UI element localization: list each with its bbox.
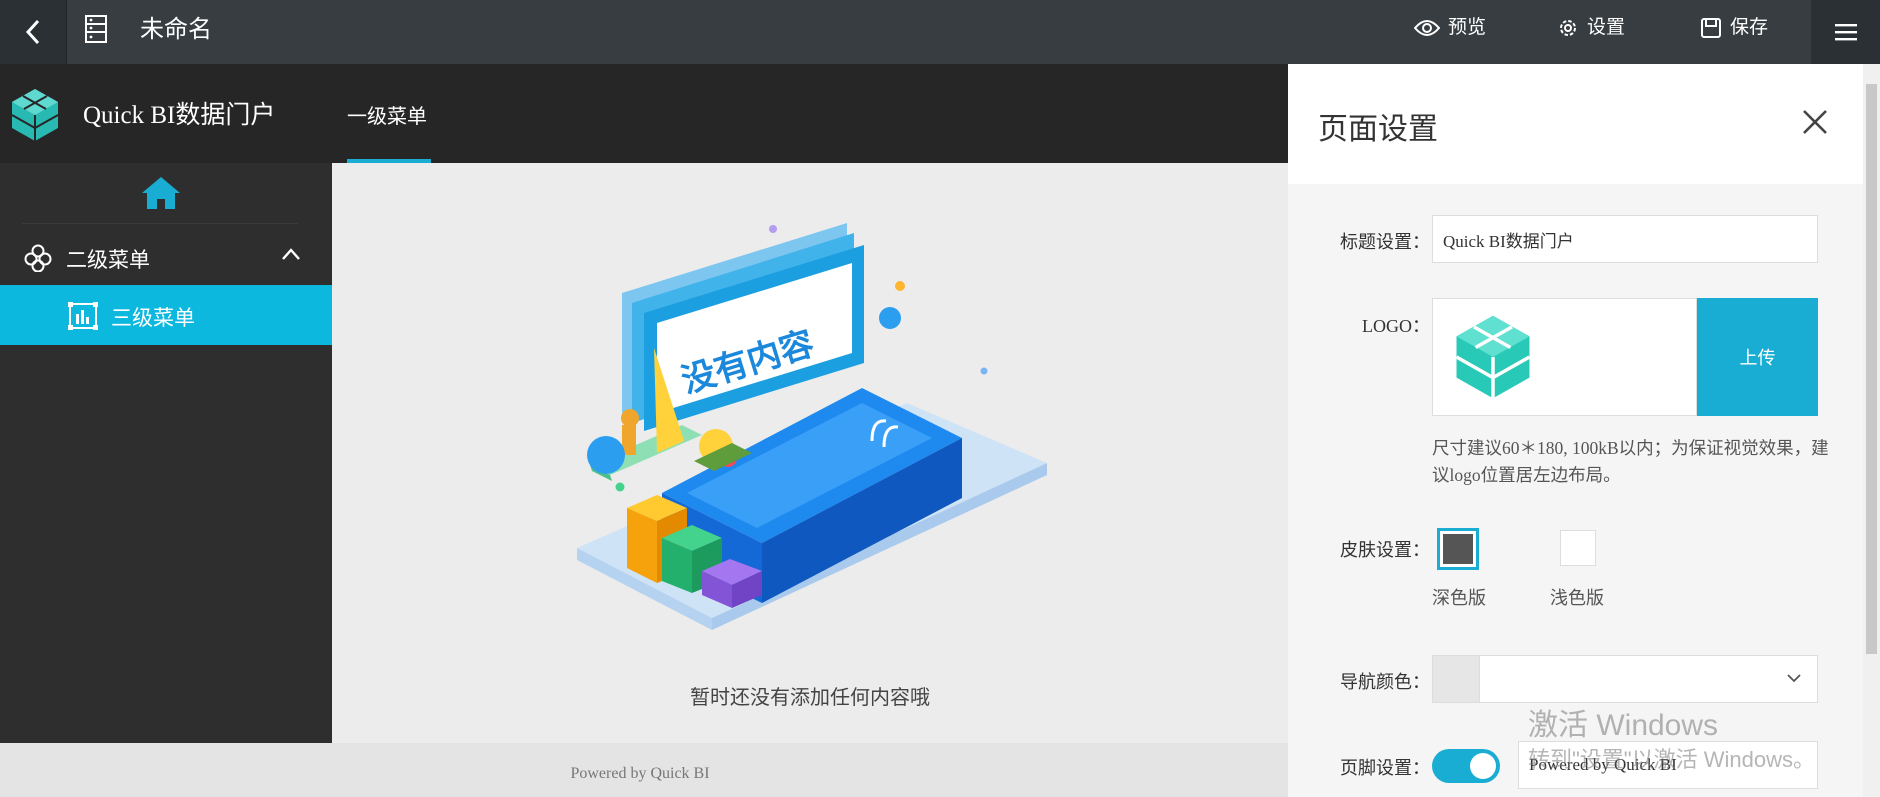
footer-toggle[interactable] [1432,749,1500,783]
chevron-left-icon [25,19,40,45]
empty-state-illustration: 没有内容 [577,223,1047,630]
skin-dark-label: 深色版 [1432,588,1486,608]
panel-title: 页面设置 [1318,113,1438,146]
save-label: 保存 [1730,17,1769,38]
footer-text: Powered by Quick BI [570,765,710,782]
logo-cube-icon [1455,315,1531,399]
windows-activation-watermark: 激活 Windows [1528,709,1719,742]
settings-button[interactable]: 设置 [1557,12,1625,44]
sidebar-item-level2-menu[interactable]: 二级菜单 [0,233,332,279]
sidebar-divider [22,223,298,224]
hamburger-icon [1834,24,1857,41]
title-setting-input[interactable] [1432,215,1818,263]
document-list-icon [85,15,107,43]
empty-state-text: 暂时还没有添加任何内容哦 [690,687,930,709]
footer-setting-label: 页脚设置： [1340,758,1430,778]
preview-button[interactable]: 预览 [1414,12,1486,44]
logo-cube-icon [11,89,59,141]
close-icon[interactable] [1802,109,1828,135]
chevron-up-icon[interactable] [281,247,301,261]
logo-label: LOGO： [1362,316,1430,336]
title-setting-label: 标题设置： [1340,232,1430,252]
home-icon[interactable] [140,175,182,211]
sidebar-item-label: 二级菜单 [66,248,150,272]
chart-icon [68,302,98,330]
skin-setting-label: 皮肤设置： [1340,540,1430,560]
page-settings-panel: 页面设置 标题设置： LOGO： 上传 尺寸建议60＊180, 100kB以内；… [1288,64,1863,797]
menu-button[interactable] [1811,0,1880,64]
skin-light-swatch[interactable] [1560,530,1596,566]
eye-icon [1414,20,1440,36]
scrollbar-thumb[interactable] [1866,84,1877,654]
top-toolbar: 未命名 预览 设置 保存 [0,0,1880,64]
skin-light-label: 浅色版 [1550,588,1604,608]
sidebar-item-label: 三级菜单 [111,306,195,330]
portal-brand-title: Quick BI数据门户 [83,102,276,129]
tab-level1-menu[interactable]: 一级菜单 [347,100,427,129]
upload-logo-button[interactable]: 上传 [1697,298,1818,416]
portal-footer: Powered by Quick BI [0,743,1288,797]
cluster-icon [24,244,52,272]
logo-preview [1432,298,1697,416]
nav-color-select[interactable] [1432,655,1818,703]
main-content: 没有内容 暂时还没有添加任何内容哦 [332,163,1288,743]
sidebar-item-level3-menu[interactable]: 三级菜单 [0,285,332,345]
chevron-down-icon [1787,674,1801,683]
gear-icon [1560,20,1576,36]
back-button[interactable] [0,0,67,64]
logo-hint-text: 尺寸建议60＊180, 100kB以内；为保证视觉效果，建议logo位置居左边布… [1432,438,1829,485]
nav-color-label: 导航颜色： [1340,672,1430,692]
skin-dark-swatch[interactable] [1437,528,1479,570]
portal-header: Quick BI数据门户 一级菜单 [0,64,1288,163]
windows-activation-watermark-subtitle: 转到"设置"以激活 Windows。 [1528,747,1815,772]
nav-color-swatch[interactable] [1432,655,1480,703]
settings-label: 设置 [1587,17,1626,38]
page-title[interactable]: 未命名 [140,14,212,46]
save-icon [1701,18,1721,38]
save-button[interactable]: 保存 [1700,12,1768,44]
nav-color-dropdown[interactable] [1480,655,1818,703]
panel-header: 页面设置 [1288,64,1863,184]
preview-label: 预览 [1448,17,1487,38]
portal-sidebar: 二级菜单 三级菜单 [0,163,332,743]
panel-scrollbar[interactable] [1863,64,1880,797]
